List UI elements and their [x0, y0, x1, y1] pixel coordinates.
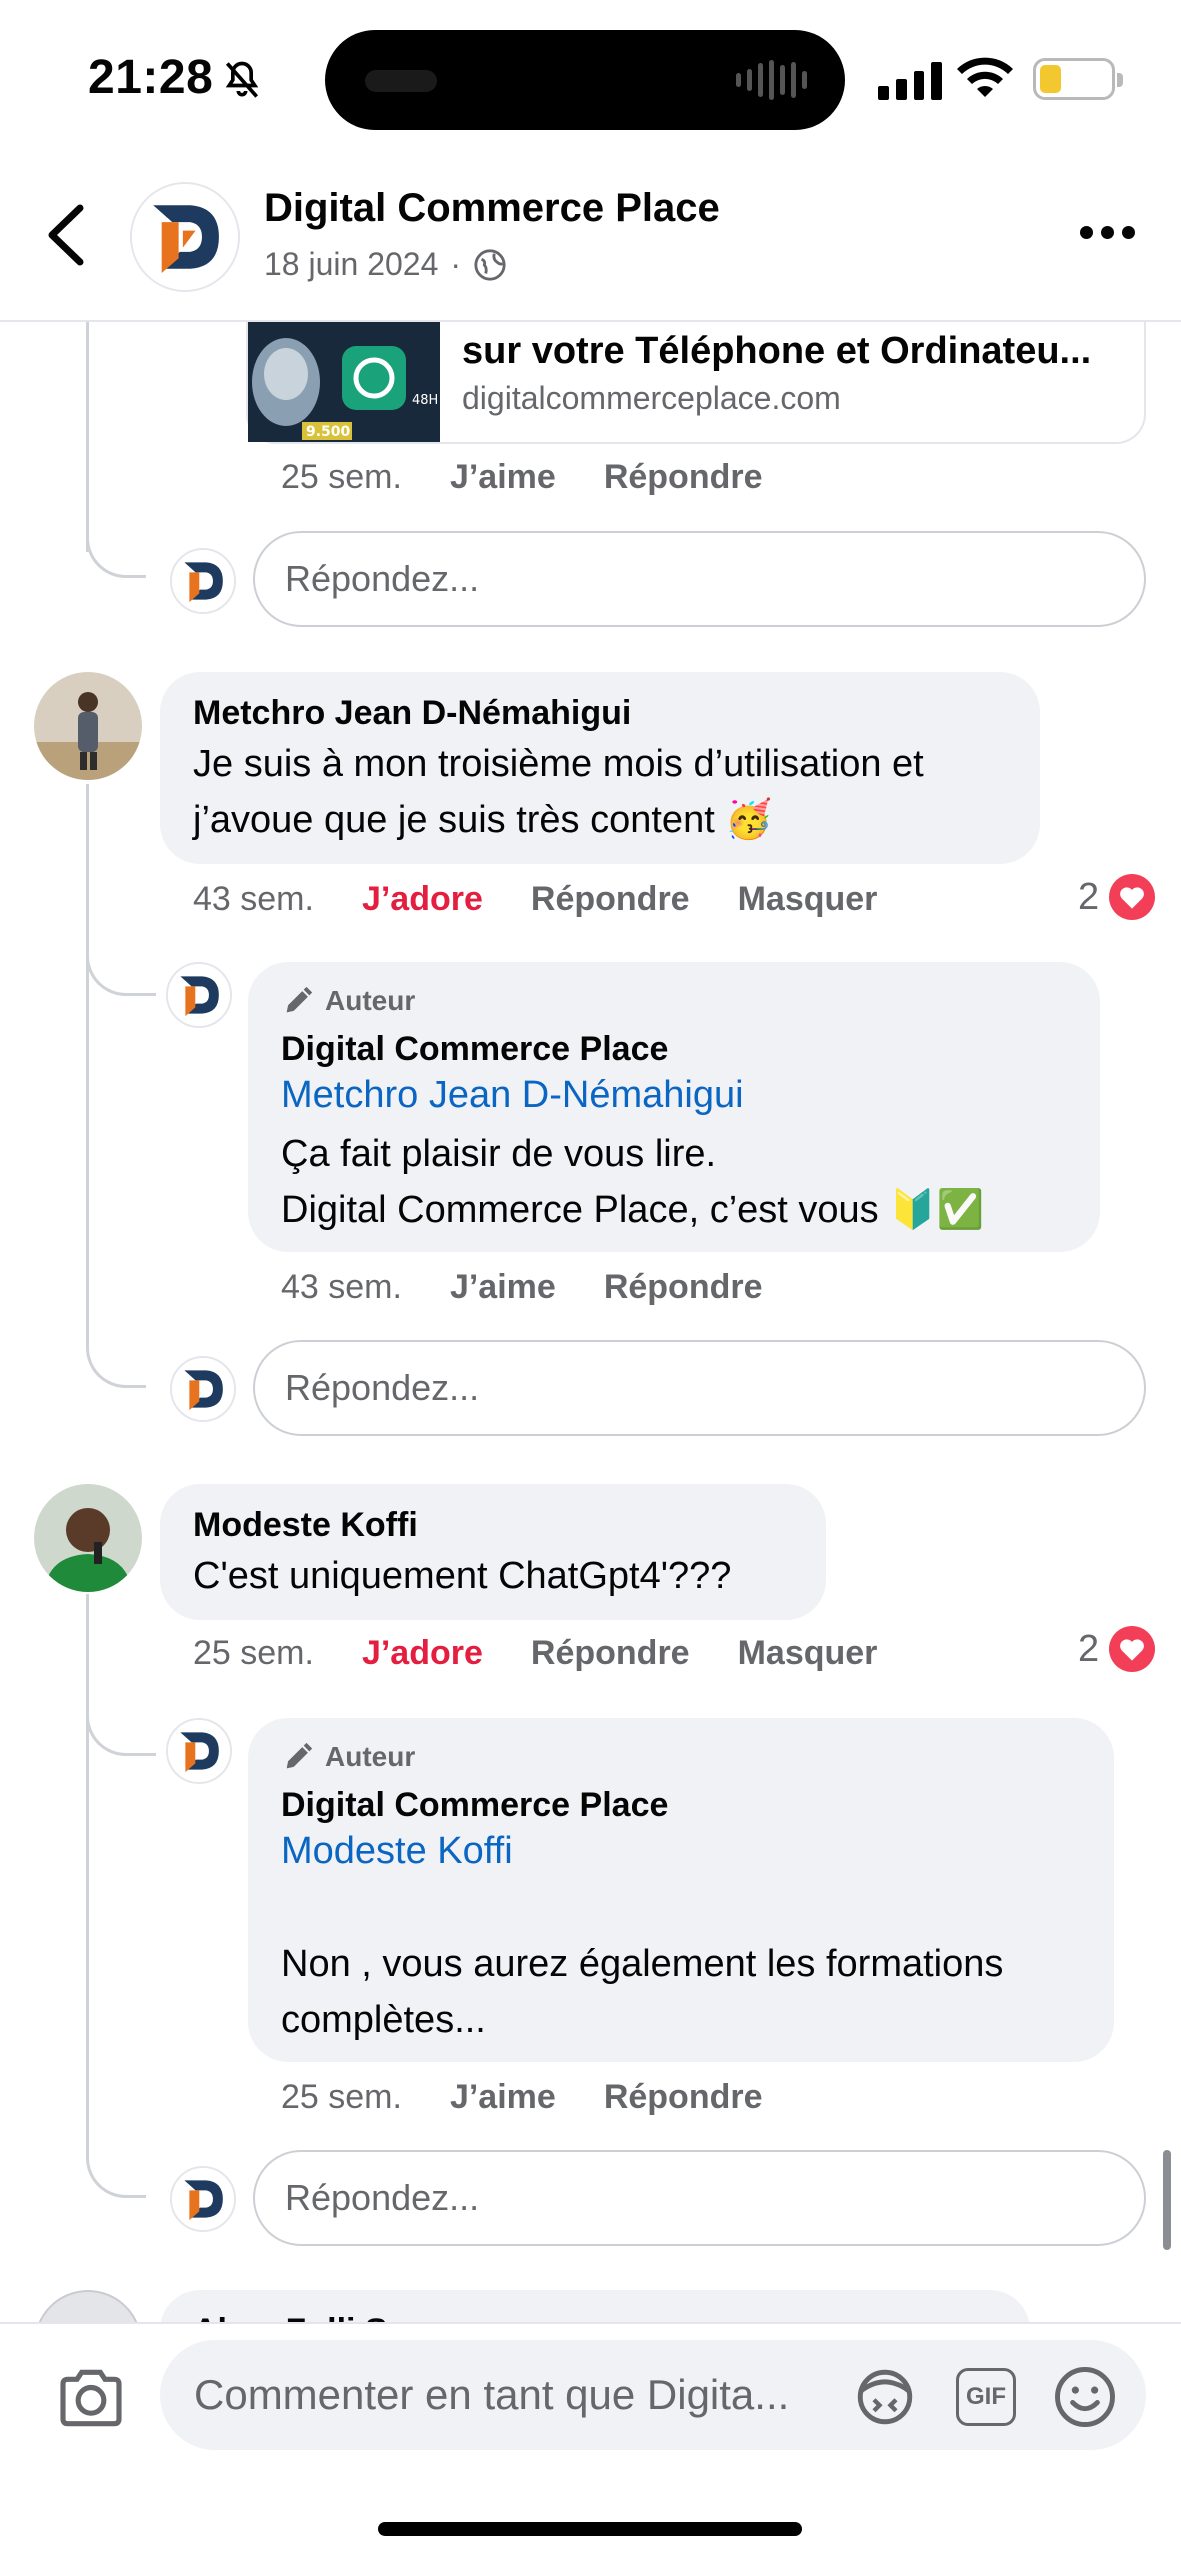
heart-icon — [1109, 1626, 1156, 1672]
author-badge-label: Auteur — [325, 1741, 416, 1772]
comment-time: 43 sem. — [193, 880, 314, 918]
reply-button[interactable]: Répondre — [604, 1268, 763, 1307]
thread-connector — [86, 1300, 146, 1388]
comment-time: 43 sem. — [281, 1268, 402, 1306]
love-reaction-button[interactable]: J’adore — [362, 880, 483, 919]
signal-icon — [878, 62, 942, 100]
post-meta: 18 juin 2024 · — [264, 246, 507, 283]
comment-time: 25 sem. — [281, 458, 402, 496]
pencil-icon — [286, 986, 313, 1013]
meta-separator: · — [450, 246, 462, 282]
page-title[interactable]: Digital Commerce Place — [264, 186, 720, 231]
reply-mention[interactable]: Metchro Jean D-Némahigui — [281, 1074, 744, 1117]
heart-icon — [1109, 874, 1156, 920]
thread-connector — [86, 2110, 146, 2198]
comment-actions: 25 sem. J’aime Répondre — [281, 458, 763, 497]
comment-actions: 43 sem. J’adore Répondre Masquer — [193, 880, 877, 919]
scrollbar[interactable] — [1163, 2150, 1171, 2250]
page-avatar-small — [170, 1356, 236, 1422]
page-avatar-small[interactable] — [166, 1718, 232, 1784]
commenter-avatar[interactable] — [34, 672, 142, 780]
comment-actions: 25 sem. J’aime Répondre — [281, 2078, 763, 2117]
emoji-icon[interactable] — [1052, 2364, 1118, 2430]
thread-line — [86, 784, 89, 1344]
comment-author[interactable]: Modeste Koffi — [193, 1506, 418, 1545]
reply-mention[interactable]: Modeste Koffi — [281, 1830, 513, 1873]
gif-icon[interactable]: GIF — [956, 2368, 1016, 2426]
reply-button[interactable]: Répondre — [604, 458, 763, 497]
like-button[interactable]: J’aime — [450, 1268, 556, 1307]
comment-actions: 43 sem. J’aime Répondre — [281, 1268, 763, 1307]
reply-button[interactable]: Répondre — [604, 2078, 763, 2117]
hide-button[interactable]: Masquer — [738, 880, 878, 919]
author-badge: Auteur — [281, 1740, 415, 1774]
svg-text:9.500: 9.500 — [306, 424, 351, 440]
reply-input[interactable]: Répondez... — [253, 531, 1146, 627]
author-badge-label: Auteur — [325, 985, 416, 1016]
comment-author[interactable]: Metchro Jean D-Némahigui — [193, 694, 631, 733]
comment-text: j’avoue que je suis très content 🥳 — [193, 799, 773, 841]
page-avatar-small — [170, 548, 236, 614]
gif-label: GIF — [966, 2383, 1006, 2410]
reply-text: Digital Commerce Place, c’est vous 🔰✅ — [281, 1189, 984, 1231]
hide-button[interactable]: Masquer — [738, 1634, 878, 1673]
page-avatar-small — [170, 2166, 236, 2232]
home-indicator[interactable] — [378, 2522, 802, 2536]
thread-line — [86, 1594, 89, 2154]
page-avatar[interactable] — [130, 182, 240, 292]
reply-input[interactable]: Répondez... — [253, 2150, 1146, 2246]
avatar-sticker-icon[interactable] — [852, 2364, 918, 2430]
reply-text: Ça fait plaisir de vous lire. — [281, 1133, 717, 1175]
like-button[interactable]: J’aime — [450, 2078, 556, 2117]
comment-actions: 25 sem. J’adore Répondre Masquer — [193, 1634, 877, 1673]
author-badge: Auteur — [281, 984, 415, 1018]
back-icon[interactable] — [40, 200, 90, 270]
page-avatar-small[interactable] — [166, 962, 232, 1028]
commenter-avatar[interactable] — [34, 1484, 142, 1592]
reply-text: Non , vous aurez également les formation… — [281, 1943, 1004, 1985]
comment-time: 25 sem. — [281, 2078, 402, 2116]
comment-text: C'est uniquement ChatGpt4'??? — [193, 1555, 732, 1597]
battery-icon — [1033, 58, 1123, 100]
love-reaction-button[interactable]: J’adore — [362, 1634, 483, 1673]
reaction-count[interactable]: 2 — [1078, 1626, 1156, 1672]
reply-button[interactable]: Répondre — [531, 880, 690, 919]
bell-muted-icon — [225, 61, 259, 98]
reaction-count-number: 2 — [1078, 1627, 1100, 1670]
dcp-logo-icon — [132, 184, 238, 290]
camera-icon[interactable] — [56, 2366, 126, 2430]
thread-connector — [86, 1680, 156, 1756]
thread-connector — [86, 500, 146, 578]
link-thumbnail: 9.500 48H — [248, 322, 440, 442]
reply-author[interactable]: Digital Commerce Place — [281, 1030, 668, 1069]
reaction-count-number: 2 — [1078, 875, 1100, 918]
thread-connector — [86, 920, 156, 996]
link-title[interactable]: sur votre Téléphone et Ordinateu... — [462, 330, 1091, 373]
reply-text: complètes... — [281, 1999, 486, 2041]
reply-author[interactable]: Digital Commerce Place — [281, 1786, 668, 1825]
comment-text: Je suis à mon troisième mois d’utilisati… — [193, 743, 924, 785]
link-domain: digitalcommerceplace.com — [462, 380, 841, 416]
status-time: 21:28 — [88, 51, 214, 104]
reply-input[interactable]: Répondez... — [253, 1340, 1146, 1436]
reply-button[interactable]: Répondre — [531, 1634, 690, 1673]
globe-icon — [474, 248, 506, 281]
svg-text:48H: 48H — [412, 393, 438, 408]
wifi-icon — [957, 57, 1013, 97]
like-button[interactable]: J’aime — [450, 458, 556, 497]
pencil-icon — [286, 1742, 313, 1769]
more-icon[interactable] — [1080, 226, 1140, 246]
dynamic-island — [325, 30, 845, 130]
reaction-count[interactable]: 2 — [1078, 874, 1156, 920]
comment-time: 25 sem. — [193, 1634, 314, 1672]
post-date: 18 juin 2024 — [264, 246, 439, 282]
